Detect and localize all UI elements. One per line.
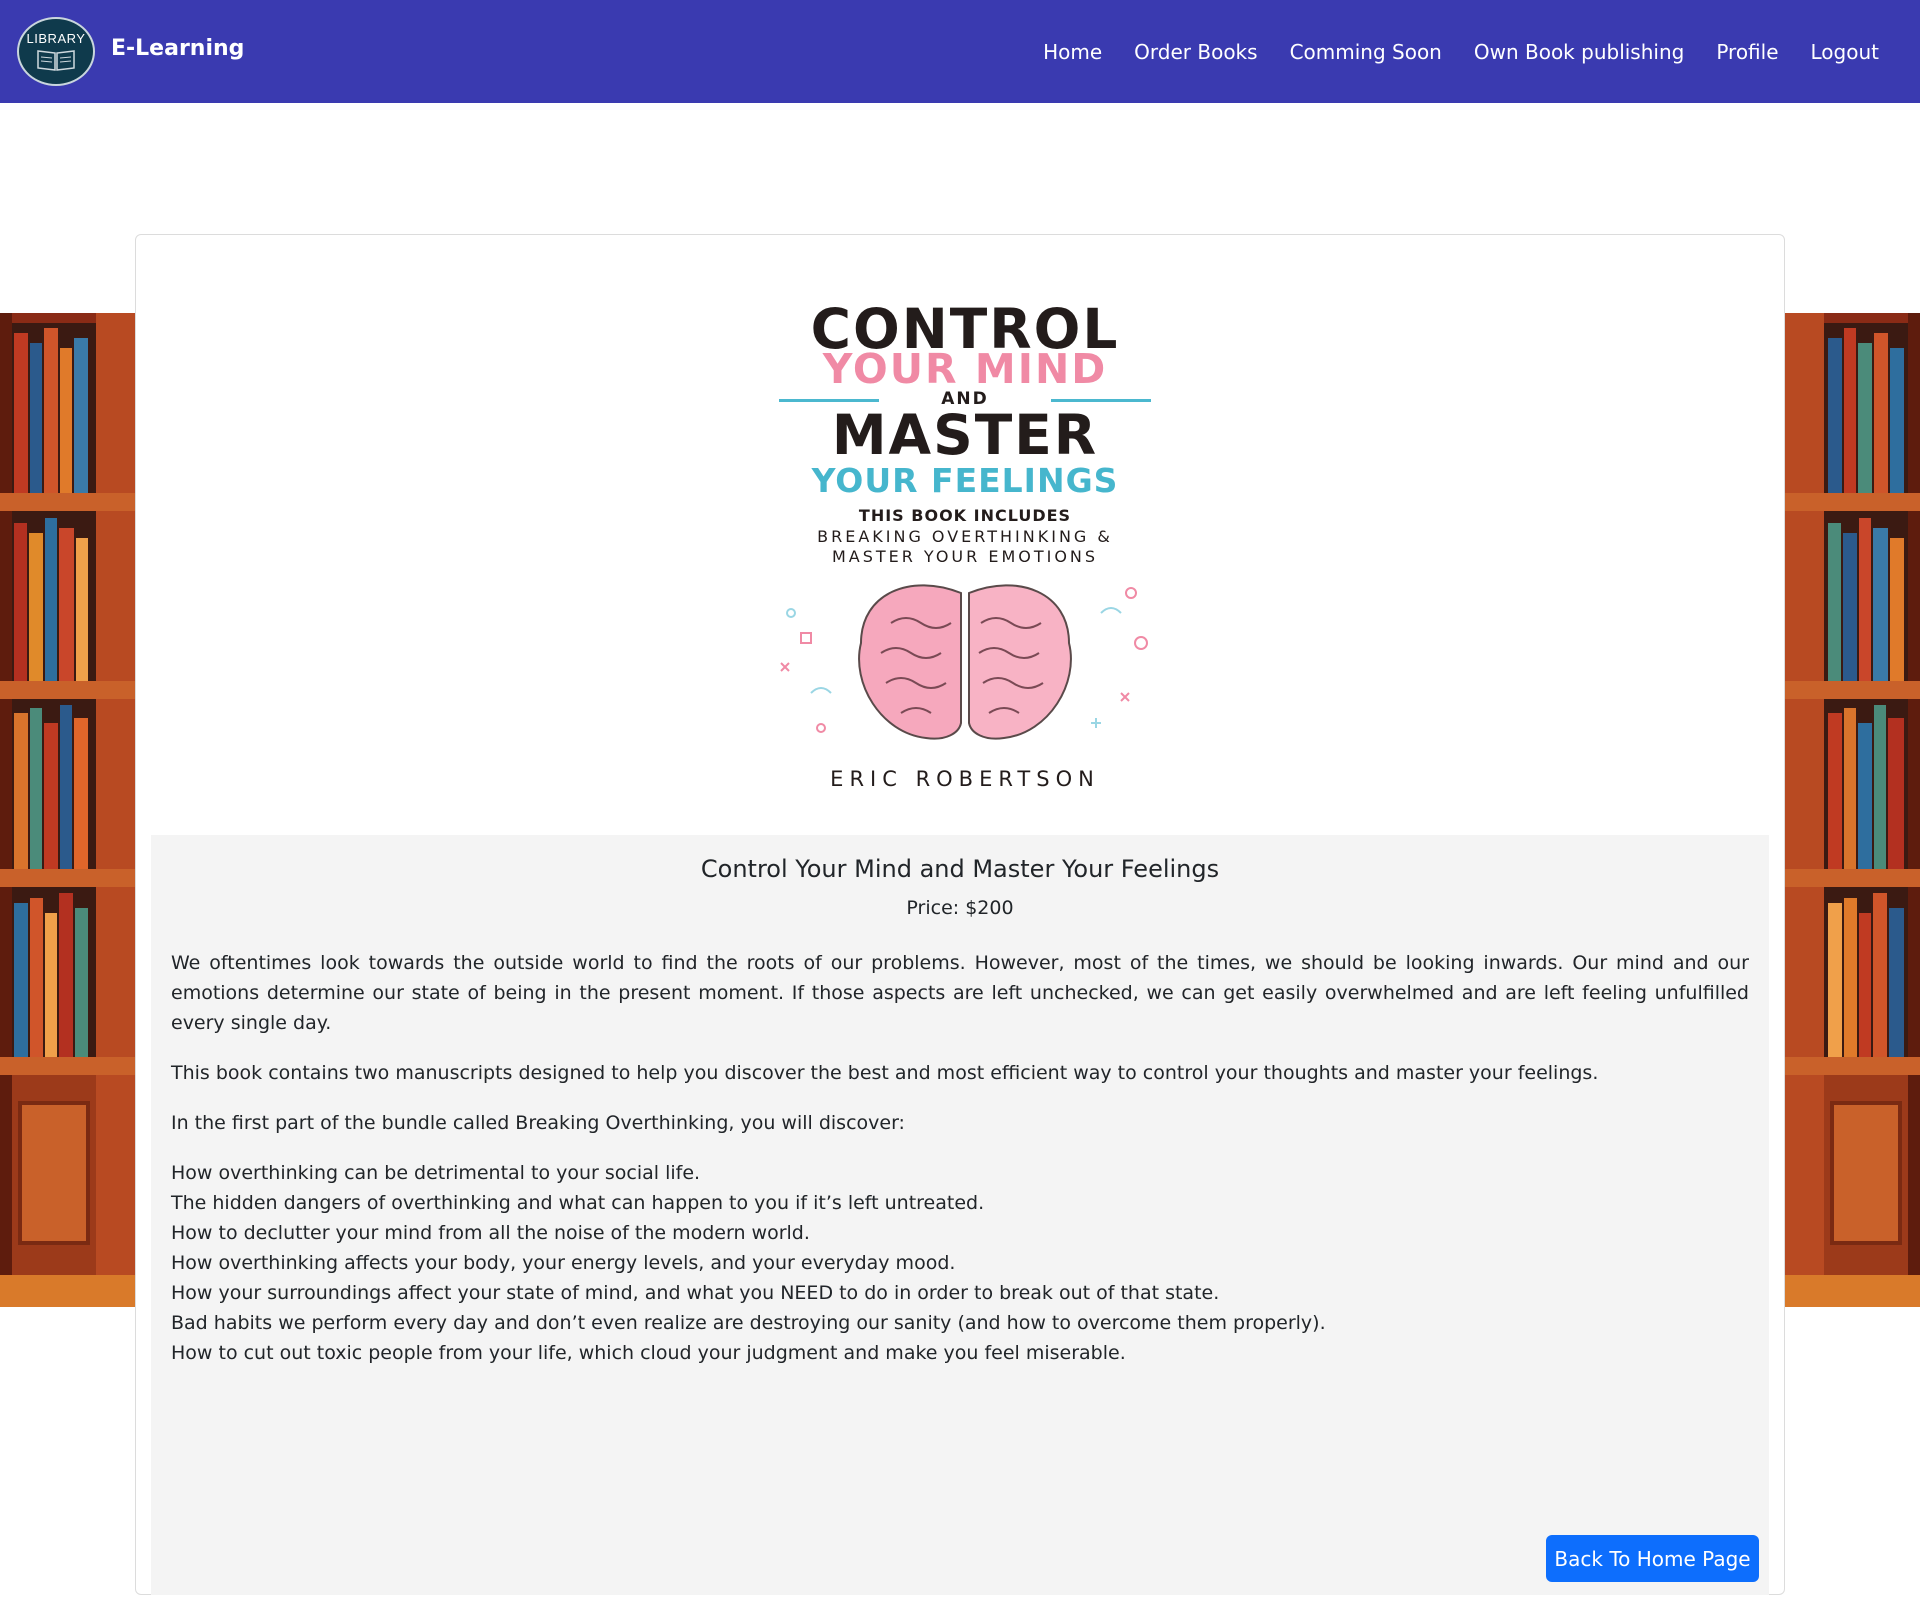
nav-links: Home Order Books Comming Soon Own Book p…: [1027, 0, 1895, 103]
description-paragraph: In the first part of the bundle called B…: [171, 1112, 905, 1134]
nav-home[interactable]: Home: [1027, 40, 1118, 64]
brand-name[interactable]: E-Learning: [111, 36, 244, 61]
list-item: How to declutter your mind from all the …: [171, 1222, 810, 1244]
cover-author: ERIC ROBERTSON: [830, 767, 1100, 791]
top-navbar: LIBRARY E-Learning Home Order Books Comm…: [0, 0, 1920, 103]
nav-own-book-publishing[interactable]: Own Book publishing: [1458, 40, 1700, 64]
back-to-home-button[interactable]: Back To Home Page: [1546, 1535, 1759, 1582]
nav-order-books[interactable]: Order Books: [1118, 40, 1273, 64]
open-book-icon: [37, 50, 75, 71]
list-item: How overthinking can be detrimental to y…: [171, 1162, 701, 1184]
nav-coming-soon[interactable]: Comming Soon: [1274, 40, 1458, 64]
library-logo[interactable]: LIBRARY: [17, 17, 95, 86]
cover-line-your-mind: YOUR MIND: [822, 345, 1108, 393]
cover-line-contents: BREAKING OVERTHINKING & MASTER YOUR EMOT…: [749, 527, 1181, 567]
cover-line-includes: THIS BOOK INCLUDES: [858, 506, 1072, 525]
nav-logout[interactable]: Logout: [1795, 40, 1895, 64]
description-paragraph: This book contains two manuscripts desig…: [171, 1062, 1599, 1084]
feature-list: How overthinking can be detrimental to y…: [171, 1158, 1749, 1368]
bookshelf-background-left: [0, 313, 136, 1307]
book-description: We oftentimes look towards the outside w…: [171, 948, 1749, 1368]
nav-profile[interactable]: Profile: [1700, 40, 1794, 64]
brain-illustration: [780, 584, 1148, 740]
book-cover-image: CONTROL YOUR MIND AND MASTER YOUR FEELIN…: [749, 293, 1181, 803]
book-price: Price: $200: [906, 897, 1014, 919]
book-title: Control Your Mind and Master Your Feelin…: [700, 855, 1220, 883]
logo-text: LIBRARY: [26, 31, 86, 46]
book-details-panel: Control Your Mind and Master Your Feelin…: [151, 835, 1769, 1595]
cover-divider-right: [1051, 399, 1151, 402]
cover-line-emotions: MASTER YOUR EMOTIONS: [831, 547, 1099, 566]
list-item: Bad habits we perform every day and don’…: [171, 1312, 1326, 1334]
list-item: How overthinking affects your body, your…: [171, 1252, 956, 1274]
bookshelf-background-right: [1784, 313, 1920, 1307]
list-item: The hidden dangers of overthinking and w…: [171, 1192, 985, 1214]
cover-line-breaking: BREAKING OVERTHINKING &: [817, 527, 1113, 546]
list-item: How your surroundings affect your state …: [171, 1282, 1220, 1304]
cover-line-your-feelings: YOUR FEELINGS: [811, 461, 1119, 500]
list-item: How to cut out toxic people from your li…: [171, 1342, 1126, 1364]
cover-line-master: MASTER: [831, 403, 1099, 467]
description-paragraph: We oftentimes look towards the outside w…: [171, 952, 1749, 1034]
